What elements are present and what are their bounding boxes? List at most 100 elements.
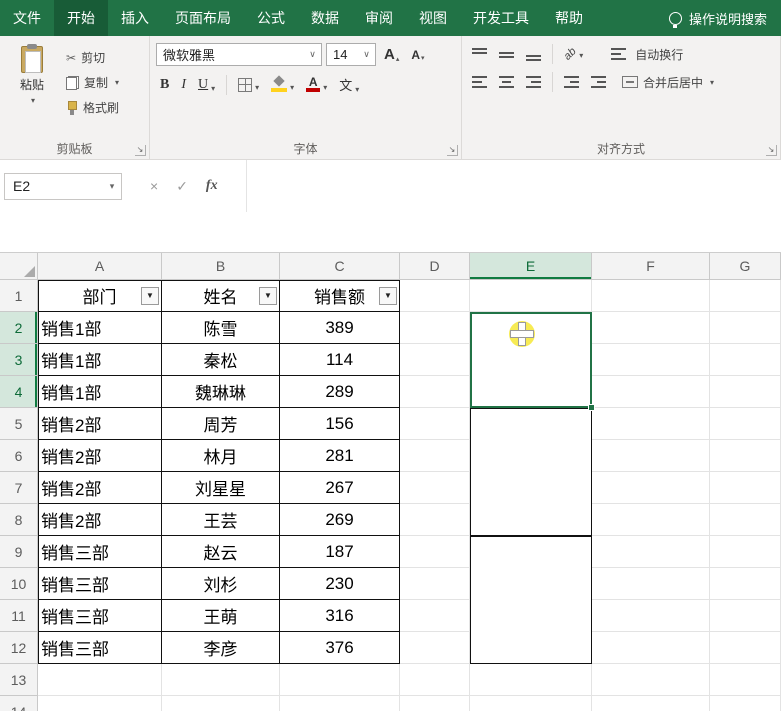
cell-B6[interactable]: 林月 (162, 440, 280, 472)
cell-F13[interactable] (592, 664, 710, 696)
cell-B14[interactable] (162, 696, 280, 711)
row-header-9[interactable]: 9 (0, 536, 38, 568)
cell-B3[interactable]: 秦松 (162, 344, 280, 376)
cell-F11[interactable] (592, 600, 710, 632)
cell-G5[interactable] (710, 408, 781, 440)
column-header-C[interactable]: C (280, 253, 400, 280)
cell-F2[interactable] (592, 312, 710, 344)
cell-A12[interactable]: 销售三部 (38, 632, 162, 664)
align-top-icon[interactable] (472, 47, 487, 61)
phonetic-guide-button[interactable]: 文 ▾ (335, 73, 363, 96)
align-center-icon[interactable] (499, 75, 514, 89)
cell-A14[interactable] (38, 696, 162, 711)
filter-button[interactable]: ▼ (379, 286, 397, 305)
cell-F6[interactable] (592, 440, 710, 472)
insert-function-icon[interactable]: fx (206, 178, 218, 194)
ribbon-tab[interactable]: 审阅 (352, 0, 406, 36)
cell-A1[interactable]: 部门 ▼ (38, 280, 162, 312)
cancel-icon[interactable]: × (150, 178, 158, 194)
row-header-2[interactable]: 2 (0, 312, 38, 344)
cell-F12[interactable] (592, 632, 710, 664)
row-header-13[interactable]: 13 (0, 664, 38, 696)
name-box[interactable]: E2 ▾ (4, 172, 122, 200)
align-middle-icon[interactable] (499, 47, 514, 61)
cell-E1[interactable] (470, 280, 592, 312)
copy-button[interactable]: 复制 ▾ (66, 73, 119, 92)
cell-D1[interactable] (400, 280, 470, 312)
row-header-4[interactable]: 4 (0, 376, 38, 408)
cell-E14[interactable] (470, 696, 592, 711)
decrease-font-size-button[interactable]: A ▾ (407, 46, 428, 64)
chevron-down-icon[interactable]: ▾ (103, 181, 121, 192)
cell-D3[interactable] (400, 344, 470, 376)
chevron-down-icon[interactable]: ∨ (358, 44, 375, 65)
cell-C4[interactable]: 289 (280, 376, 400, 408)
cell-D13[interactable] (400, 664, 470, 696)
chevron-down-icon[interactable]: ∨ (304, 44, 321, 65)
underline-button[interactable]: U ▾ (194, 75, 219, 95)
cell-D4[interactable] (400, 376, 470, 408)
cell-B9[interactable]: 赵云 (162, 536, 280, 568)
cell-D8[interactable] (400, 504, 470, 536)
fill-handle[interactable] (588, 404, 595, 411)
cell-C9[interactable]: 187 (280, 536, 400, 568)
row-header-1[interactable]: 1 (0, 280, 38, 312)
cell-D7[interactable] (400, 472, 470, 504)
cell-B8[interactable]: 王芸 (162, 504, 280, 536)
column-header-A[interactable]: A (38, 253, 162, 280)
cell-G4[interactable] (710, 376, 781, 408)
row-header-10[interactable]: 10 (0, 568, 38, 600)
cell-C1[interactable]: 销售额 ▼ (280, 280, 400, 312)
cell-A5[interactable]: 销售2部 (38, 408, 162, 440)
column-header-B[interactable]: B (162, 253, 280, 280)
cell-B2[interactable]: 陈雪 (162, 312, 280, 344)
merged-cell-E9:E12[interactable] (470, 536, 592, 664)
cell-C12[interactable]: 376 (280, 632, 400, 664)
cell-B7[interactable]: 刘星星 (162, 472, 280, 504)
increase-indent-icon[interactable] (591, 75, 606, 89)
column-header-D[interactable]: D (400, 253, 470, 280)
filter-button[interactable]: ▼ (141, 286, 159, 305)
column-header-F[interactable]: F (592, 253, 710, 280)
increase-font-size-button[interactable]: A ▴ (380, 44, 403, 65)
cell-G1[interactable] (710, 280, 781, 312)
cell-G11[interactable] (710, 600, 781, 632)
cell-D12[interactable] (400, 632, 470, 664)
align-left-icon[interactable] (472, 75, 487, 89)
merge-center-button[interactable]: 合并后居中 ▾ (622, 74, 714, 91)
column-header-E[interactable]: E (470, 253, 592, 280)
format-painter-button[interactable]: 格式刷 (66, 98, 119, 117)
cell-C3[interactable]: 114 (280, 344, 400, 376)
row-header-5[interactable]: 5 (0, 408, 38, 440)
cell-B5[interactable]: 周芳 (162, 408, 280, 440)
bold-button[interactable]: B (156, 75, 173, 95)
font-size-combo[interactable]: 14 ∨ (326, 43, 376, 66)
ribbon-tab[interactable]: 公式 (244, 0, 298, 36)
italic-button[interactable]: I (177, 75, 190, 95)
ribbon-tab[interactable]: 开发工具 (460, 0, 542, 36)
row-header-6[interactable]: 6 (0, 440, 38, 472)
cell-B13[interactable] (162, 664, 280, 696)
cell-C10[interactable]: 230 (280, 568, 400, 600)
cell-G13[interactable] (710, 664, 781, 696)
borders-button[interactable]: ▾ (234, 76, 263, 94)
cell-C5[interactable]: 156 (280, 408, 400, 440)
cell-F10[interactable] (592, 568, 710, 600)
cell-D6[interactable] (400, 440, 470, 472)
cell-C11[interactable]: 316 (280, 600, 400, 632)
cell-B1[interactable]: 姓名 ▼ (162, 280, 280, 312)
cell-B11[interactable]: 王萌 (162, 600, 280, 632)
cell-F1[interactable] (592, 280, 710, 312)
cell-D9[interactable] (400, 536, 470, 568)
ribbon-tab[interactable]: 页面布局 (162, 0, 244, 36)
cell-C8[interactable]: 269 (280, 504, 400, 536)
dialog-launcher-icon[interactable]: ↘ (447, 145, 458, 156)
row-header-8[interactable]: 8 (0, 504, 38, 536)
ribbon-tab[interactable]: 数据 (298, 0, 352, 36)
cell-G12[interactable] (710, 632, 781, 664)
cell-D10[interactable] (400, 568, 470, 600)
cell-E13[interactable] (470, 664, 592, 696)
font-color-button[interactable]: A ▾ (302, 75, 331, 94)
cell-A2[interactable]: 销售1部 (38, 312, 162, 344)
enter-icon[interactable]: ✓ (176, 178, 188, 195)
